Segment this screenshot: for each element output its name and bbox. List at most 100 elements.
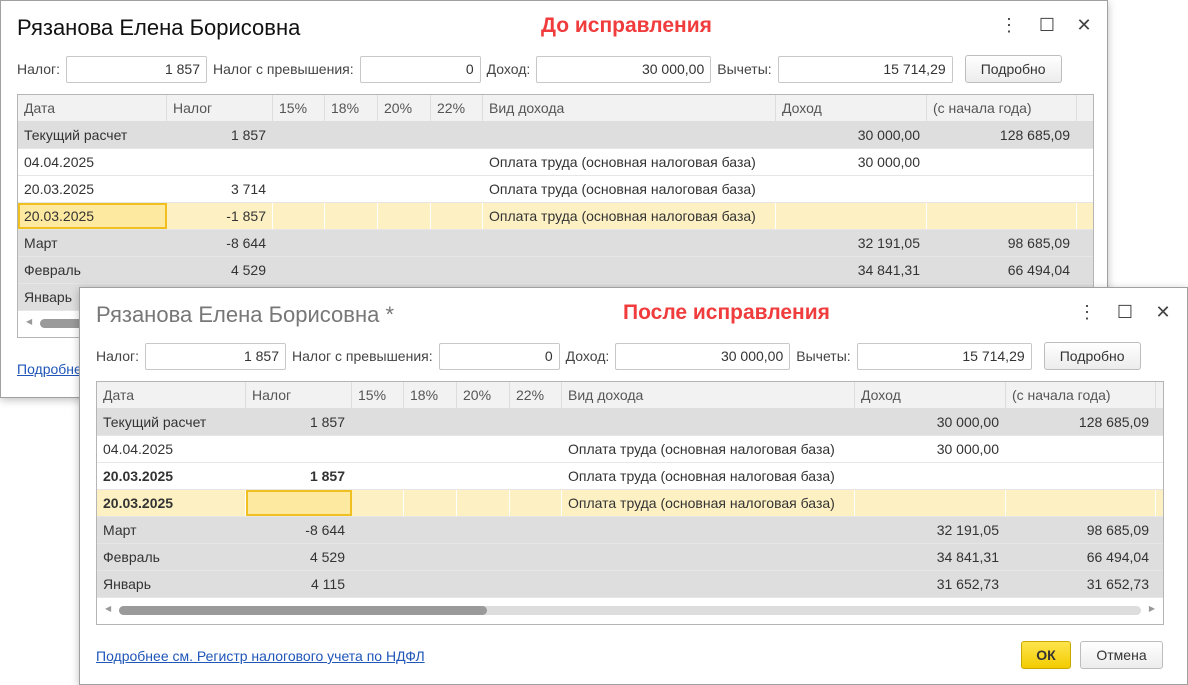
- cell-rate-20[interactable]: [378, 257, 431, 283]
- cell-rate-20[interactable]: [457, 544, 510, 570]
- cell-rate-18[interactable]: [404, 544, 457, 570]
- cell-date[interactable]: Текущий расчет: [18, 122, 167, 148]
- cell-income-type[interactable]: [562, 517, 855, 543]
- cell-rate-18[interactable]: [325, 176, 378, 202]
- cell-rate-15[interactable]: [273, 176, 325, 202]
- register-link[interactable]: Подробнее см. Регистр налогового учета п…: [96, 648, 425, 664]
- table-row[interactable]: 20.03.2025 -1 857 Оплата труда (основная н…: [18, 203, 1093, 230]
- cell-rate-18[interactable]: [325, 122, 378, 148]
- maximize-icon[interactable]: ☐: [1037, 15, 1057, 36]
- excess-field[interactable]: [359, 55, 481, 83]
- tax-field[interactable]: [145, 342, 287, 370]
- cell-tax[interactable]: 3 714: [167, 176, 273, 202]
- cell-tax[interactable]: [246, 436, 352, 462]
- cell-income[interactable]: 34 841,31: [776, 257, 927, 283]
- cell-ytd[interactable]: 128 685,09: [927, 122, 1077, 148]
- cell-income[interactable]: 31 652,73: [855, 571, 1006, 597]
- cell-income-type[interactable]: [483, 122, 776, 148]
- cell-date[interactable]: Текущий расчет: [97, 409, 246, 435]
- cell-rate-22[interactable]: [510, 463, 562, 489]
- cell-rate-15[interactable]: [273, 149, 325, 175]
- table-row[interactable]: Текущий расчет 1 857 30 000,00 128 685,09: [97, 409, 1163, 436]
- column-header-income-type[interactable]: Вид дохода: [562, 382, 855, 408]
- table-row[interactable]: 04.04.2025 Оплата труда (основная налогов…: [18, 149, 1093, 176]
- cell-ytd[interactable]: 98 685,09: [927, 230, 1077, 256]
- more-icon[interactable]: ⋮: [1077, 302, 1097, 323]
- cell-tax[interactable]: 1 857: [246, 463, 352, 489]
- column-header-tax[interactable]: Налог: [167, 95, 273, 121]
- cell-rate-20[interactable]: [378, 149, 431, 175]
- cell-rate-18[interactable]: [404, 517, 457, 543]
- table-row[interactable]: Февраль 4 529 34 841,31 66 494,04: [97, 544, 1163, 571]
- tax-field[interactable]: [66, 55, 208, 83]
- cell-rate-15[interactable]: [273, 122, 325, 148]
- cell-rate-15[interactable]: [273, 203, 325, 229]
- column-header-rate-22[interactable]: 22%: [510, 382, 562, 408]
- column-header-rate-18[interactable]: 18%: [404, 382, 457, 408]
- cell-rate-15[interactable]: [352, 436, 404, 462]
- cell-date[interactable]: 20.03.2025: [97, 463, 246, 489]
- cell-income-type[interactable]: [562, 409, 855, 435]
- cell-tax[interactable]: 4 529: [246, 544, 352, 570]
- cell-ytd[interactable]: [1006, 490, 1156, 516]
- cell-date[interactable]: Февраль: [18, 257, 167, 283]
- column-header-income[interactable]: Доход: [855, 382, 1006, 408]
- cell-income[interactable]: 30 000,00: [776, 149, 927, 175]
- cell-tax[interactable]: 1 857: [246, 409, 352, 435]
- column-header-ytd[interactable]: (с начала года): [927, 95, 1077, 121]
- cell-date[interactable]: 20.03.2025: [18, 176, 167, 202]
- cell-rate-20[interactable]: [378, 122, 431, 148]
- column-header-rate-20[interactable]: 20%: [457, 382, 510, 408]
- cell-tax[interactable]: [167, 149, 273, 175]
- cell-rate-22[interactable]: [431, 149, 483, 175]
- table-row[interactable]: Март -8 644 32 191,05 98 685,09: [18, 230, 1093, 257]
- cell-rate-15[interactable]: [273, 257, 325, 283]
- deductions-field[interactable]: [856, 342, 1032, 370]
- cell-ytd[interactable]: 66 494,04: [1006, 544, 1156, 570]
- cell-date[interactable]: Январь: [97, 571, 246, 597]
- income-field[interactable]: [536, 55, 712, 83]
- cell-tax[interactable]: -1 857: [167, 203, 273, 229]
- cell-rate-22[interactable]: [510, 571, 562, 597]
- cell-date[interactable]: 04.04.2025: [97, 436, 246, 462]
- cell-income[interactable]: 34 841,31: [855, 544, 1006, 570]
- column-header-tax[interactable]: Налог: [246, 382, 352, 408]
- cell-income[interactable]: [776, 203, 927, 229]
- cell-ytd[interactable]: [1006, 463, 1156, 489]
- details-button[interactable]: Подробно: [1043, 342, 1141, 370]
- cell-ytd[interactable]: [927, 203, 1077, 229]
- table-row[interactable]: Февраль 4 529 34 841,31 66 494,04: [18, 257, 1093, 284]
- more-icon[interactable]: ⋮: [999, 15, 1019, 36]
- column-header-ytd[interactable]: (с начала года): [1006, 382, 1156, 408]
- cell-rate-18[interactable]: [404, 409, 457, 435]
- column-header-income[interactable]: Доход: [776, 95, 927, 121]
- cell-rate-18[interactable]: [404, 571, 457, 597]
- table-row[interactable]: Январь4 115 31 652,7331 652,73: [97, 571, 1163, 598]
- cell-rate-18[interactable]: [404, 463, 457, 489]
- cell-tax[interactable]: [246, 490, 352, 516]
- cell-rate-20[interactable]: [457, 571, 510, 597]
- cell-rate-15[interactable]: [352, 571, 404, 597]
- cell-date[interactable]: Март: [97, 517, 246, 543]
- column-header-rate-15[interactable]: 15%: [273, 95, 325, 121]
- cell-date[interactable]: Февраль: [97, 544, 246, 570]
- cell-date[interactable]: 04.04.2025: [18, 149, 167, 175]
- column-header-rate-20[interactable]: 20%: [378, 95, 431, 121]
- scroll-thumb[interactable]: [119, 606, 487, 615]
- cell-rate-18[interactable]: [404, 490, 457, 516]
- cell-income-type[interactable]: Оплата труда (основная налоговая база): [483, 203, 776, 229]
- table-row[interactable]: 04.04.2025 Оплата труда (основная налогов…: [97, 436, 1163, 463]
- cell-rate-18[interactable]: [325, 149, 378, 175]
- close-icon[interactable]: ✕: [1074, 15, 1094, 36]
- scroll-right-icon[interactable]: ▶: [1149, 604, 1155, 613]
- cell-rate-22[interactable]: [510, 436, 562, 462]
- cell-rate-22[interactable]: [510, 490, 562, 516]
- column-header-income-type[interactable]: Вид дохода: [483, 95, 776, 121]
- cell-income[interactable]: 32 191,05: [855, 517, 1006, 543]
- cell-tax[interactable]: -8 644: [167, 230, 273, 256]
- cell-ytd[interactable]: [927, 176, 1077, 202]
- cell-rate-22[interactable]: [431, 176, 483, 202]
- cell-income-type[interactable]: Оплата труда (основная налоговая база): [562, 490, 855, 516]
- cell-rate-20[interactable]: [457, 463, 510, 489]
- cell-rate-20[interactable]: [378, 176, 431, 202]
